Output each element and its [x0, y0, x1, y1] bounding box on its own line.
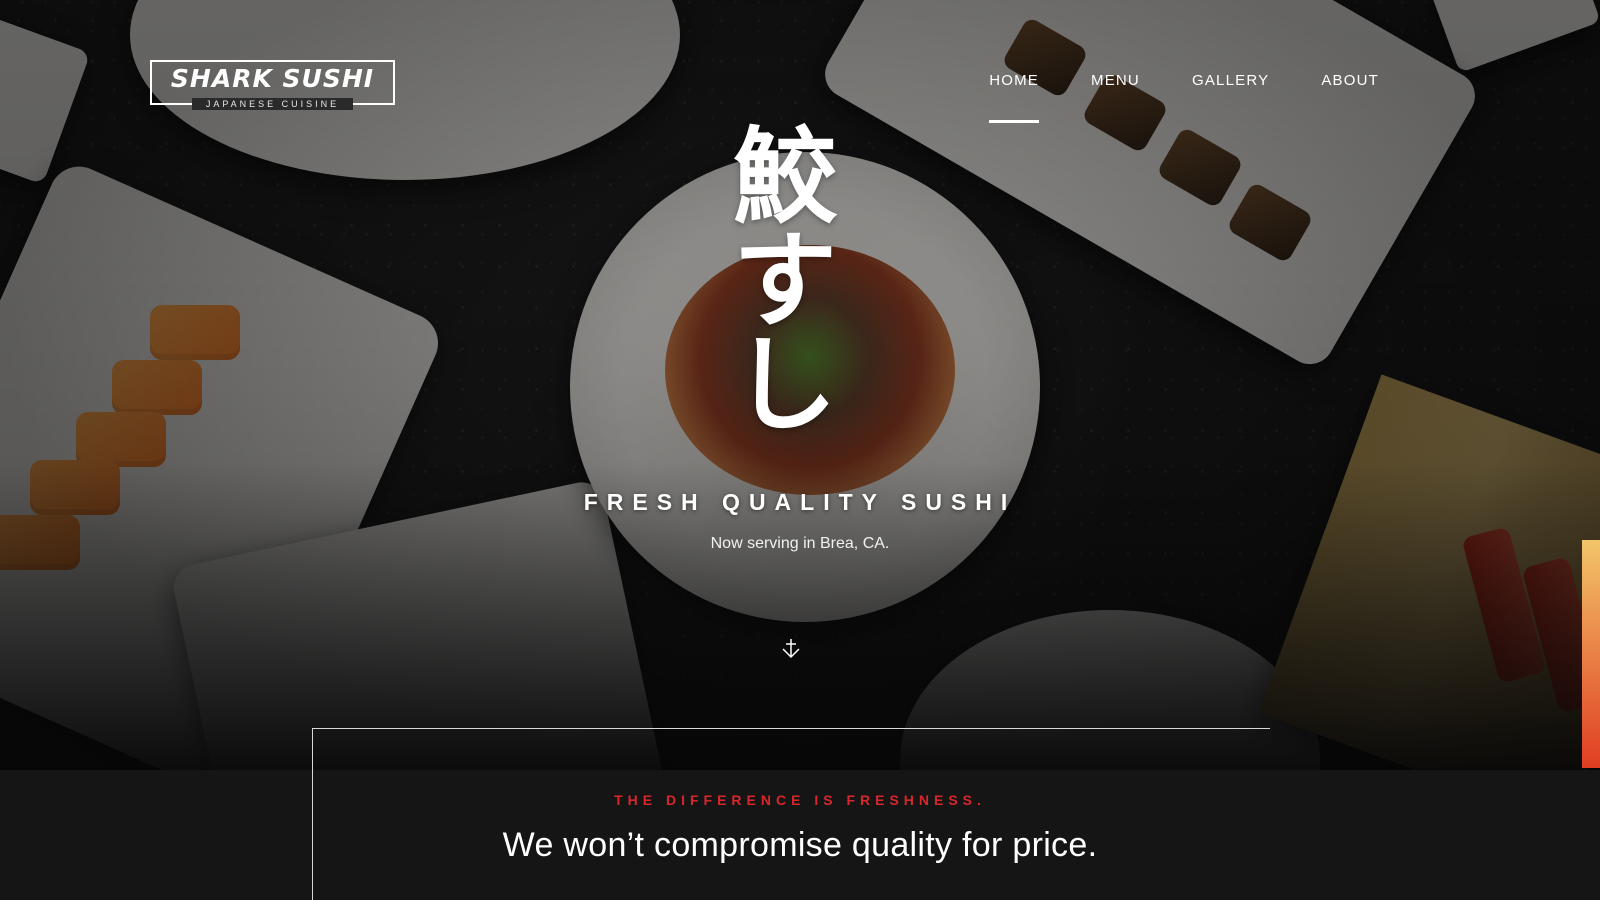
hero-tagline: FRESH QUALITY SUSHI — [583, 489, 1017, 515]
page: SHARK SUSHI JAPANESE CUISINE HOME MENU G… — [0, 0, 1600, 900]
nav-menu[interactable]: MENU — [1065, 72, 1166, 89]
difference-headline: We won’t compromise quality for price. — [502, 826, 1098, 864]
difference-frame — [312, 728, 1270, 900]
nav-about[interactable]: ABOUT — [1295, 72, 1405, 89]
logo-title: SHARK SUSHI — [170, 64, 375, 93]
difference-eyebrow: THE DIFFERENCE IS FRESHNESS. — [614, 792, 986, 808]
hero-kanji: 鮫 す し — [725, 125, 845, 437]
edge-photo-strip — [1582, 540, 1600, 768]
anchor-down-arrow-icon[interactable] — [780, 637, 802, 661]
main-nav: HOME MENU GALLERY ABOUT — [963, 72, 1405, 123]
nav-gallery[interactable]: GALLERY — [1166, 72, 1295, 89]
kanji-char: す — [732, 219, 837, 342]
hero-subline: Now serving in Brea, CA. — [710, 535, 890, 552]
logo-subtitle: JAPANESE CUISINE — [192, 98, 353, 110]
kanji-char: し — [732, 323, 837, 446]
nav-home[interactable]: HOME — [963, 72, 1065, 123]
site-logo[interactable]: SHARK SUSHI JAPANESE CUISINE — [150, 60, 395, 110]
kanji-char: 鮫 — [732, 115, 837, 238]
